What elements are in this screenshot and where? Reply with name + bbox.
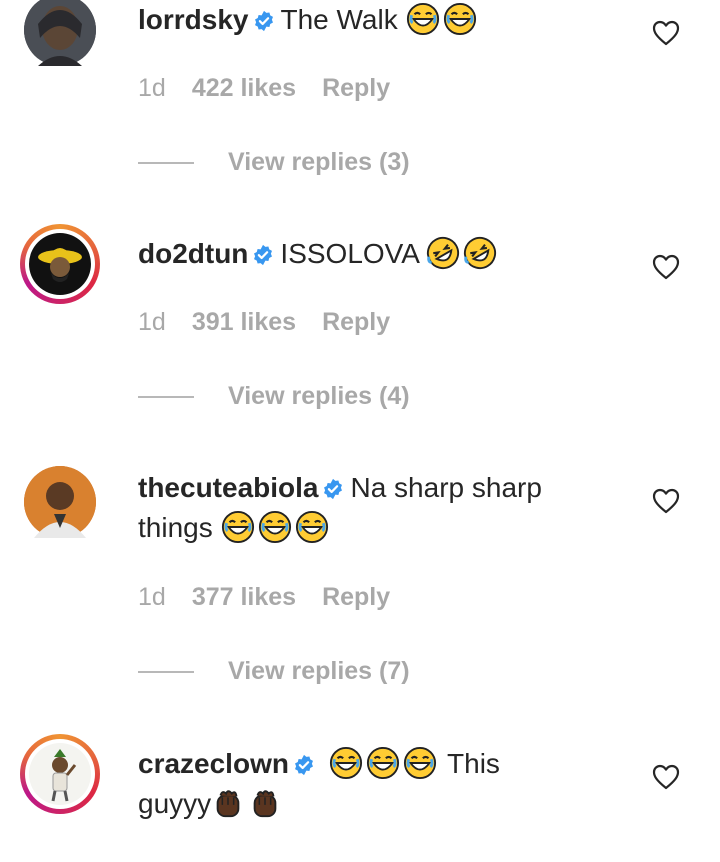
verified-badge-icon (293, 754, 315, 776)
comment-text: thecuteabiola Na sharp sharp things (138, 468, 618, 548)
username-link[interactable]: thecuteabiola (138, 472, 318, 503)
avatar-photo-icon (24, 466, 96, 538)
comment-body-continued: guyyy (138, 788, 212, 819)
comment-meta: 1d 391 likes Reply (138, 308, 416, 337)
timestamp: 1d (138, 583, 166, 611)
rolling-laughing-emoji-icon (463, 236, 497, 270)
grinning-sweat-emoji-icon (403, 746, 437, 780)
view-replies-button[interactable]: View replies (7) (138, 657, 410, 686)
grinning-sweat-emoji-icon (258, 510, 292, 544)
comment-body: ISSOLOVA (280, 238, 419, 269)
comment-text: lorrdsky The Walk (138, 0, 618, 40)
rolling-laughing-emoji-icon (426, 236, 460, 270)
username-link[interactable]: lorrdsky (138, 4, 249, 35)
verified-badge-icon (322, 478, 344, 500)
like-heart-icon[interactable] (652, 488, 680, 514)
divider-line (138, 670, 194, 673)
avatar[interactable] (20, 734, 100, 814)
like-heart-icon[interactable] (652, 20, 680, 46)
divider-line (138, 161, 194, 164)
reply-button[interactable]: Reply (322, 308, 390, 336)
view-replies-button[interactable]: View replies (3) (138, 148, 410, 177)
verified-badge-icon (253, 10, 275, 32)
avatar-photo-icon (29, 743, 91, 805)
grinning-sweat-emoji-icon (329, 746, 363, 780)
timestamp: 1d (138, 74, 166, 102)
likes-count[interactable]: 377 likes (192, 583, 296, 611)
reply-button[interactable]: Reply (322, 583, 390, 611)
username-link[interactable]: do2dtun (138, 238, 248, 269)
like-heart-icon[interactable] (652, 764, 680, 790)
like-heart-icon[interactable] (652, 254, 680, 280)
likes-count[interactable]: 422 likes (192, 74, 296, 102)
timestamp: 1d (138, 308, 166, 336)
view-replies-label: View replies (4) (228, 382, 410, 410)
comment-body: Na sharp sharp (350, 472, 542, 503)
avatar-photo-icon (29, 233, 91, 295)
view-replies-label: View replies (7) (228, 657, 410, 685)
view-replies-label: View replies (3) (228, 148, 410, 176)
grinning-sweat-emoji-icon (221, 510, 255, 544)
comment-meta: 1d 422 likes Reply (138, 74, 416, 103)
reply-button[interactable]: Reply (322, 74, 390, 102)
comment-text: crazeclown This guyyy (138, 744, 618, 824)
comment-text: do2dtun ISSOLOVA (138, 234, 618, 274)
verified-badge-icon (252, 244, 274, 266)
avatar[interactable] (20, 0, 100, 70)
comment-body-continued: things (138, 512, 213, 543)
raised-fist-emoji-icon (211, 786, 245, 820)
grinning-sweat-emoji-icon (295, 510, 329, 544)
avatar-photo-icon (24, 0, 96, 66)
grinning-sweat-emoji-icon (443, 2, 477, 36)
view-replies-button[interactable]: View replies (4) (138, 382, 410, 411)
comment-meta: 1d 377 likes Reply (138, 583, 416, 612)
username-link[interactable]: crazeclown (138, 748, 289, 779)
grinning-sweat-emoji-icon (366, 746, 400, 780)
grinning-sweat-emoji-icon (406, 2, 440, 36)
raised-fist-emoji-icon (248, 786, 282, 820)
comment-body: This (447, 748, 500, 779)
avatar[interactable] (20, 224, 100, 304)
divider-line (138, 395, 194, 398)
likes-count[interactable]: 391 likes (192, 308, 296, 336)
avatar[interactable] (20, 462, 100, 542)
comment-body: The Walk (280, 4, 398, 35)
